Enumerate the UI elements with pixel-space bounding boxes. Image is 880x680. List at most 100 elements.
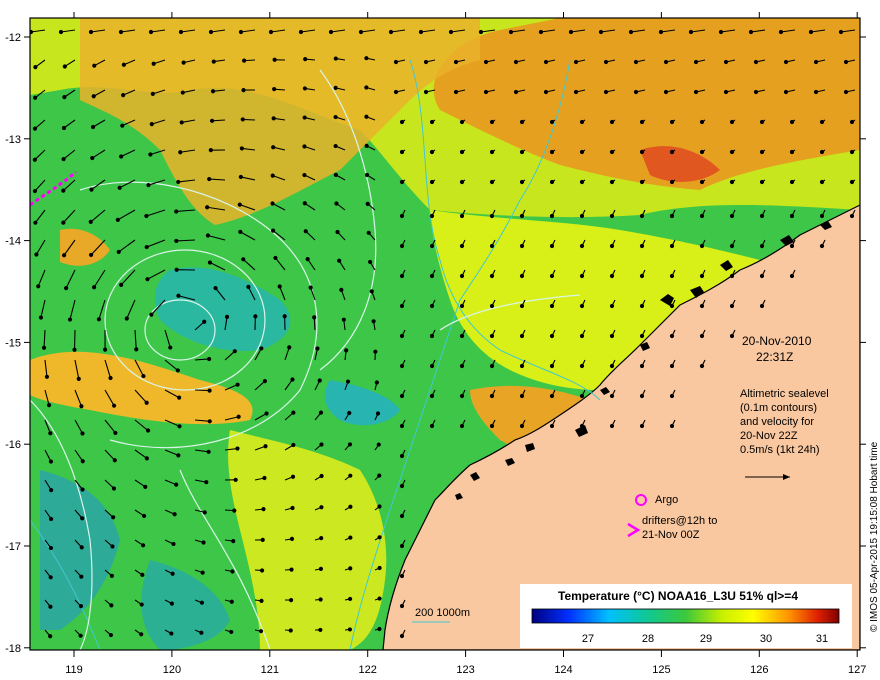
velocity-arrow-head <box>669 243 675 249</box>
velocity-arrow-head <box>813 89 819 95</box>
x-tick-label: 126 <box>750 664 768 676</box>
velocity-arrow-head <box>61 156 66 162</box>
velocity-arrow-head <box>91 285 97 290</box>
velocity-arrow-head <box>489 393 495 399</box>
velocity-arrow-head <box>230 569 235 574</box>
velocity-arrow-head <box>339 287 344 292</box>
velocity-arrow-head <box>789 179 795 185</box>
x-tick-label: 120 <box>163 664 181 676</box>
velocity-arrow-head <box>459 333 465 339</box>
velocity-arrow-head <box>270 228 276 233</box>
velocity-arrow-head <box>302 144 307 149</box>
velocity-arrow-head <box>519 149 525 155</box>
velocity-arrow-head <box>207 176 212 182</box>
x-tick-label: 127 <box>848 664 866 676</box>
velocity-arrow-head <box>333 114 338 120</box>
velocity-arrow-head <box>32 188 38 194</box>
velocity-arrow-head <box>202 319 207 324</box>
velocity-arrow-head <box>513 89 519 95</box>
velocity-arrow-head <box>508 29 514 35</box>
velocity-arrow-head <box>849 149 855 155</box>
velocity-arrow-head <box>149 122 154 127</box>
velocity-arrow-head <box>729 303 735 309</box>
velocity-arrow-head <box>148 29 154 35</box>
velocity-arrow-head <box>459 303 465 309</box>
colorbar-tick-label: 28 <box>642 633 654 645</box>
velocity-arrow-head <box>819 243 825 249</box>
velocity-arrow-head <box>341 317 346 322</box>
velocity-arrow-head <box>121 62 126 67</box>
velocity-arrow-head <box>80 516 85 521</box>
velocity-arrow-head <box>64 286 69 291</box>
velocity-arrow-head <box>178 29 184 35</box>
velocity-arrow-head <box>174 482 179 487</box>
velocity-arrow-head <box>231 539 236 544</box>
velocity-arrow-head <box>549 333 555 339</box>
velocity-arrow-head <box>579 393 585 399</box>
velocity-arrow-head <box>759 213 765 219</box>
velocity-arrow-head <box>318 566 324 571</box>
velocity-arrow-head <box>579 243 585 249</box>
velocity-arrow-head <box>459 273 465 279</box>
velocity-arrow-head <box>808 29 814 35</box>
velocity-arrow-head <box>89 187 94 192</box>
velocity-arrow-head <box>209 118 215 123</box>
colorbar-tick-label: 27 <box>582 633 594 645</box>
velocity-arrow-head <box>61 188 66 193</box>
velocity-arrow-head <box>429 423 435 429</box>
velocity-arrow-head <box>335 229 340 235</box>
altimetry-note-line: 0.5m/s (1kt 24h) <box>740 444 819 456</box>
velocity-arrow-head <box>759 243 765 249</box>
velocity-arrow-head <box>393 59 399 65</box>
velocity-arrow-head <box>92 63 97 68</box>
velocity-arrow-head <box>290 377 295 382</box>
velocity-arrow-head <box>759 149 765 155</box>
velocity-arrow-head <box>333 85 338 90</box>
velocity-arrow-head <box>176 293 181 298</box>
velocity-arrow-head <box>568 29 574 35</box>
velocity-arrow-head <box>549 303 555 309</box>
velocity-arrow-head <box>669 273 675 279</box>
x-tick-label: 119 <box>65 664 83 676</box>
velocity-arrow-head <box>519 393 525 399</box>
velocity-arrow-head <box>373 349 378 354</box>
velocity-arrow-head <box>579 273 585 279</box>
velocity-arrow-head <box>319 505 324 510</box>
velocity-arrow-head <box>699 119 705 125</box>
argo-label: Argo <box>655 494 678 506</box>
velocity-arrow-head <box>549 149 555 155</box>
velocity-arrow-head <box>513 59 519 65</box>
velocity-arrow-head <box>61 253 67 258</box>
velocity-arrow-head <box>699 363 705 369</box>
velocity-arrow-head <box>693 59 699 65</box>
velocity-arrow-head <box>290 505 295 511</box>
velocity-arrow-head <box>232 349 237 354</box>
velocity-arrow-head <box>549 393 555 399</box>
velocity-arrow-head <box>377 565 382 571</box>
velocity-arrow-head <box>478 29 484 35</box>
velocity-arrow-head <box>33 95 38 100</box>
velocity-arrow-head <box>206 449 211 454</box>
velocity-arrow-head <box>364 114 369 119</box>
velocity-arrow-head <box>139 632 144 637</box>
velocity-arrow-head <box>669 179 675 185</box>
velocity-arrow-head <box>318 410 324 415</box>
velocity-arrow-head <box>399 483 405 489</box>
velocity-arrow-head <box>78 604 84 609</box>
velocity-arrow-head <box>48 575 53 580</box>
velocity-arrow-head <box>399 303 405 309</box>
velocity-arrow-head <box>429 119 435 125</box>
velocity-arrow-head <box>289 536 295 542</box>
velocity-arrow-head <box>290 474 296 479</box>
velocity-arrow-head <box>208 29 214 35</box>
velocity-arrow-head <box>41 345 47 350</box>
velocity-arrow-head <box>399 603 405 609</box>
velocity-arrow-head <box>423 89 429 95</box>
velocity-arrow-head <box>579 179 585 185</box>
velocity-arrow-head <box>235 446 240 451</box>
velocity-arrow-head <box>207 388 212 393</box>
velocity-arrow-head <box>317 378 322 383</box>
velocity-arrow-head <box>519 333 525 339</box>
velocity-arrow-head <box>48 634 53 639</box>
velocity-arrow-head <box>141 373 146 379</box>
